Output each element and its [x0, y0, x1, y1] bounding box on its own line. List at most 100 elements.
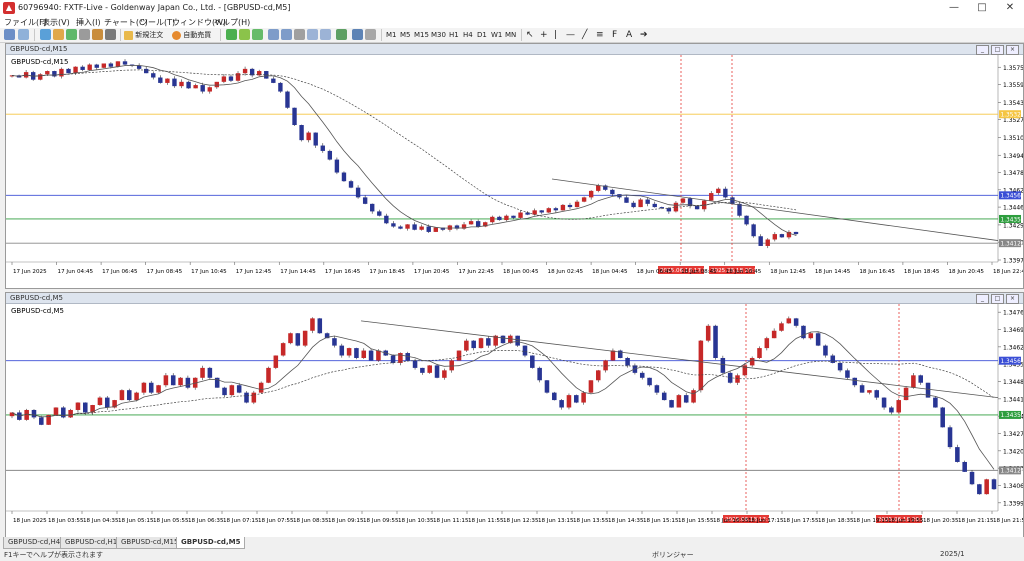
settings-icon[interactable]: [105, 29, 116, 40]
candlestick-icon[interactable]: [239, 29, 250, 40]
tf-h4[interactable]: H4: [463, 29, 473, 41]
channel-icon[interactable]: ≡: [596, 29, 604, 41]
chart-tab-h1[interactable]: GBPUSD-cd,H1: [60, 537, 123, 549]
market-watch-icon[interactable]: [40, 29, 51, 40]
candle-body: [332, 338, 337, 346]
candle-body: [537, 367, 542, 381]
autoscroll-icon[interactable]: [307, 29, 318, 40]
periods-icon[interactable]: [352, 29, 363, 40]
time-tick-label: 18 Jun 20:45: [948, 269, 984, 275]
tf-m5[interactable]: M5: [400, 29, 411, 41]
candle-body: [391, 223, 396, 227]
candle-body: [310, 318, 315, 331]
profiles-icon[interactable]: [18, 29, 29, 40]
candle-body: [522, 345, 528, 356]
candle-body: [456, 350, 462, 361]
candle-body: [53, 407, 59, 415]
candle-body: [532, 210, 537, 215]
chart-m5[interactable]: GBPUSD-cd,M5 2025.06.18 17:30 2025.06.18 …: [6, 304, 1023, 537]
candle-body: [273, 355, 279, 368]
trendline-icon[interactable]: ╱: [582, 29, 587, 41]
candle-body: [749, 357, 755, 366]
crosshair-icon[interactable]: +: [540, 29, 548, 41]
vertical-line-icon[interactable]: |: [554, 29, 557, 41]
menu-view[interactable]: 表示(V): [42, 17, 70, 28]
candle-body: [716, 188, 721, 194]
new-chart-icon[interactable]: [4, 29, 15, 40]
chart-tab-m15[interactable]: GBPUSD-cd,M15: [116, 537, 184, 549]
chart-tab-m5[interactable]: GBPUSD-cd,M5: [176, 537, 246, 549]
time-tick-label: 18 Jun 00:45: [503, 269, 539, 275]
candle-body: [661, 392, 667, 401]
chart-window-header: GBPUSD-cd,M15 _ □ ×: [6, 44, 1023, 55]
candle-body: [676, 395, 682, 408]
tile-windows-icon[interactable]: [294, 29, 305, 40]
price-tick-label: 1.34415: [1003, 396, 1023, 403]
line-chart-icon[interactable]: [252, 29, 263, 40]
tf-w1[interactable]: W1: [491, 29, 502, 41]
candle-body: [581, 392, 586, 403]
candle-body: [229, 385, 235, 396]
chart-maximize-button[interactable]: □: [991, 294, 1004, 304]
horizontal-line-icon[interactable]: —: [566, 29, 575, 41]
price-tick-label: 1.34940: [1003, 153, 1023, 160]
chart-shift-icon[interactable]: [320, 29, 331, 40]
chart-close-button[interactable]: ×: [1006, 45, 1019, 55]
cursor-tool-icon[interactable]: ↖: [526, 29, 534, 41]
close-button[interactable]: ✕: [996, 0, 1024, 16]
price-tick-label: 1.34065: [1003, 483, 1023, 490]
chart-minimize-button[interactable]: _: [976, 294, 989, 304]
minimize-button[interactable]: —: [940, 0, 968, 16]
app-icon: ▲: [3, 2, 15, 14]
candle-body: [228, 76, 234, 81]
menu-tools[interactable]: ツール(T): [140, 17, 175, 28]
time-tick-label: 18 Jun 11:15: [433, 518, 469, 524]
candle-body: [709, 193, 714, 201]
time-tick-label: 18 Jun 10:45: [726, 269, 762, 275]
chart-tab-h4[interactable]: GBPUSD-cd,H4: [3, 537, 66, 549]
candle-body: [962, 461, 967, 472]
zoom-in-icon[interactable]: [268, 29, 279, 40]
chart-m15[interactable]: GBPUSD-cd,M15 2025.06.18 17:30 2025.06.18…: [6, 55, 1023, 288]
tf-h1[interactable]: H1: [449, 29, 459, 41]
auto-trade-button[interactable]: 自動売買: [172, 29, 211, 41]
tf-m1[interactable]: M1: [386, 29, 397, 41]
templates-icon[interactable]: [365, 29, 376, 40]
candle-body: [442, 370, 447, 378]
candle-body: [669, 400, 674, 408]
new-order-button[interactable]: 新規注文: [124, 29, 163, 41]
candle-body: [299, 125, 304, 141]
chart-minimize-button[interactable]: _: [976, 45, 989, 55]
tf-m15[interactable]: M15: [414, 29, 429, 41]
bar-chart-icon[interactable]: [226, 29, 237, 40]
indicators-icon[interactable]: [336, 29, 347, 40]
zoom-out-icon[interactable]: [281, 29, 292, 40]
status-date: 2025/1: [940, 550, 965, 558]
tf-m30[interactable]: M30: [431, 29, 446, 41]
text-tool-icon[interactable]: A: [626, 29, 632, 41]
price-tick-label: 1.35105: [1003, 135, 1023, 142]
chart-close-button[interactable]: ×: [1006, 294, 1019, 304]
menu-file[interactable]: ファイル(F): [4, 17, 47, 28]
arrow-tool-icon[interactable]: ➔: [640, 29, 648, 41]
candle-body: [680, 198, 686, 203]
terminal-icon[interactable]: [79, 29, 90, 40]
candle-body: [991, 479, 997, 490]
tf-d1[interactable]: D1: [477, 29, 487, 41]
price-tick-label: 1.35430: [1003, 100, 1023, 107]
tf-mn[interactable]: MN: [505, 29, 516, 41]
menu-insert[interactable]: 挿入(I): [76, 17, 101, 28]
candle-body: [141, 382, 147, 393]
chart-maximize-button[interactable]: □: [991, 45, 1004, 55]
navigator-icon[interactable]: [66, 29, 77, 40]
menu-help[interactable]: ヘルプ(H): [214, 17, 250, 28]
candle-body: [306, 132, 311, 141]
candle-body: [94, 64, 99, 68]
fibonacci-icon[interactable]: F: [612, 29, 617, 41]
maximize-button[interactable]: □: [968, 0, 996, 16]
candle-body: [104, 397, 110, 408]
candle-body: [122, 61, 128, 65]
candle-body: [288, 333, 293, 344]
data-window-icon[interactable]: [53, 29, 64, 40]
strategy-tester-icon[interactable]: [92, 29, 103, 40]
